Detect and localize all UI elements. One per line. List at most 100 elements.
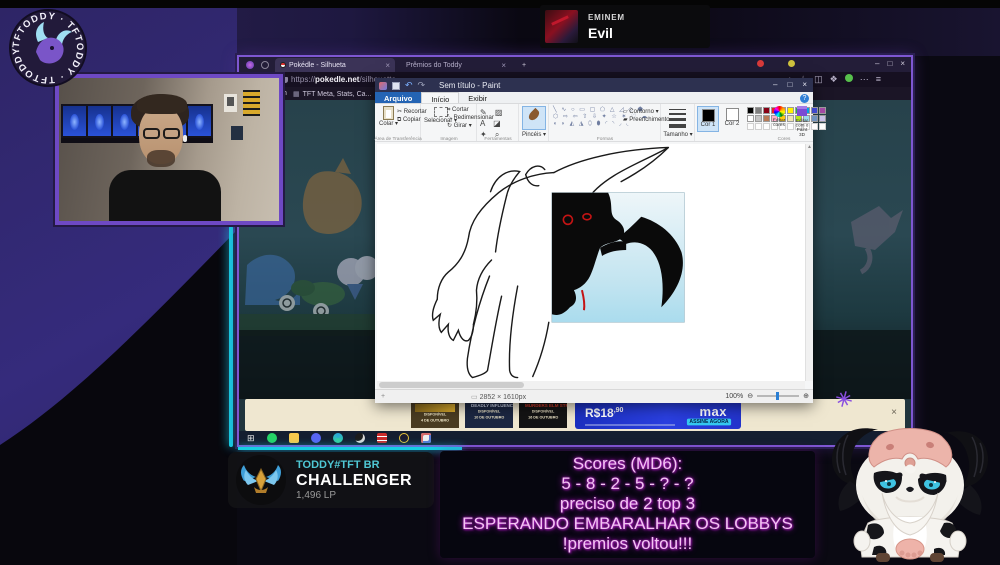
paint-tab-view[interactable]: Exibir [459,92,496,103]
color2-button[interactable]: Cor 2 [721,106,743,132]
tab-pokedle-label: Pokédle - Silhueta [289,61,346,69]
brushes-button[interactable] [522,106,546,130]
paint-canvas[interactable] [377,144,805,381]
ad-max-panel[interactable]: R$18,90 max ASSINE AGORA [575,401,741,429]
clock-app-icon[interactable] [398,433,409,443]
color1-button[interactable]: Cor 1 [697,106,719,132]
group-tools-label: Ferramentas [483,135,512,141]
ad-cta-button[interactable]: ASSINE AGORA [686,418,732,426]
edit-colors-button[interactable]: Editar cores [769,106,789,129]
select-icon [433,107,448,117]
obs-icon[interactable] [354,433,365,443]
ad-poster-3[interactable]: MURDERS ELM STREET DISPONÍVEL 16 DE OUTU… [519,402,567,428]
group-clipboard-label: Área de Transferência [373,135,422,141]
ad-poster-1-date: 4 DE OUTUBRO [420,419,450,423]
help-icon[interactable]: ? [800,94,809,103]
background-swoosh [0,230,237,565]
glasses-left-lens [143,128,160,139]
paint3d-button[interactable]: Editar com o Paint 3D [791,106,813,140]
ad-poster-1[interactable]: DISPONÍVEL 4 DE OUTUBRO [411,402,459,428]
sidebar-icon[interactable]: ◫ [814,74,823,85]
track-title: Evil [588,25,613,41]
discord-icon[interactable] [310,433,321,443]
ad-poster-2-date: 10 DE OUTUBRO [474,416,505,420]
close-icon[interactable]: × [900,59,905,68]
paint-window-title: Sem título - Paint [439,81,501,90]
account-icon[interactable] [844,74,853,82]
poro-cow-mascot [831,391,989,562]
paint-maximize-icon[interactable]: □ [787,80,792,89]
youtube-music-icon[interactable] [376,433,387,443]
zoom-slider[interactable] [757,392,800,400]
group-tools: ✎ ▨ A ◪ ✦ ⌕ Ferramentas [477,104,519,141]
zoom-slider-thumb[interactable] [776,392,780,400]
tab-pokedle[interactable]: Pokédle - Silhueta × [275,58,395,72]
maximize-icon[interactable]: □ [887,59,892,68]
paint-ribbon-tabs: Arquivo Início Exibir ? [375,92,813,104]
paint-tab-home[interactable]: Início [421,92,460,104]
paint-taskbar-icon[interactable] [420,433,431,443]
scrollbar-thumb[interactable] [379,382,524,388]
bookmark-tft-meta[interactable]: ▦ TFT Meta, Stats, Ca... [293,90,371,99]
bookmark-cutoff[interactable]: h [283,90,287,97]
notification-dot-red [757,60,764,67]
paint-close-icon[interactable]: × [802,80,807,89]
rank-lp: 1,496 LP [296,490,337,501]
zoom-out-icon[interactable]: ⊖ [747,392,753,400]
rank-widget: TODDY#TFT BR CHALLENGER 1,496 LP [228,452,434,508]
edge-icon[interactable] [332,433,343,443]
paste-button[interactable]: Colar ▾ [379,106,398,127]
tab-premios[interactable]: Prêmios do Toddy × [401,58,511,72]
paint-vertical-scrollbar[interactable]: ▲ [805,144,813,381]
whatsapp-icon[interactable] [266,433,277,443]
ad-poster-3-avail: DISPONÍVEL [531,410,555,414]
file-explorer-icon[interactable] [288,433,299,443]
redo-icon[interactable]: ↷ [418,80,426,91]
browser-window-controls: – □ × [875,59,905,68]
ad-poster-3-date: 16 DE OUTUBRO [528,416,559,420]
player-name: TODDY#TFT BR [296,459,380,471]
tab-close-icon-2[interactable]: × [501,61,506,70]
bookmark-cutoff-label: h [283,90,287,97]
ad-banner[interactable]: DISPONÍVEL 4 DE OUTUBRO DEADLY INFLUENCE… [245,399,905,431]
new-tab-button[interactable]: + [517,58,529,72]
browser-view-icon[interactable] [261,61,269,69]
clipboard-icon [383,106,395,120]
grid-icon: ▦ [293,91,300,98]
extensions-icon[interactable]: ❖ [830,74,838,85]
earbud [183,135,187,142]
size-label: Tamanho ▾ [663,132,693,138]
pasted-image [551,192,685,323]
scores-values: 5 - 8 - 2 - 5 - ? - ? [561,474,694,493]
rank-tier: CHALLENGER [296,472,413,489]
menu-icon[interactable]: ≡ [876,74,881,85]
ribbon-right-buttons: Editar cores Editar com o Paint 3D [769,106,813,140]
size-button[interactable] [669,109,686,128]
paint-horizontal-scrollbar[interactable] [377,381,805,389]
group-brushes: Pincéis ▾ [519,104,549,141]
site-security-icon[interactable] [283,77,288,83]
paint-minimize-icon[interactable]: – [773,80,777,89]
zoom-in-icon[interactable]: ⊕ [803,392,809,400]
save-icon[interactable] [392,81,400,90]
start-button[interactable]: ⊞ [247,433,255,444]
paint-title-bar[interactable]: ↶ ↷ Sem título - Paint – □ × [375,78,813,92]
minimize-icon[interactable]: – [875,59,879,68]
paint-ribbon: Colar ▾ ✂ Recortar ⧉ Copiar Área de Tran… [373,104,826,142]
cyan-accent-vertical [229,226,233,447]
scores-title: Scores (MD6): [572,454,683,473]
paint-tab-file[interactable]: Arquivo [375,92,422,103]
browser-profile-icon[interactable] [246,61,254,69]
ad-poster-2[interactable]: DEADLY INFLUENCE DISPONÍVEL 10 DE OUTUBR… [465,402,513,428]
url-scheme: https:// [291,75,316,84]
scissors-icon: ✂ [397,109,403,115]
tab-close-icon[interactable]: × [385,61,390,70]
color1-swatch [701,109,715,122]
drawing [431,146,685,379]
paint3d-icon [797,106,807,116]
group-clipboard: Colar ▾ ✂ Recortar ⧉ Copiar Área de Tran… [373,104,427,141]
brush-icon [526,107,542,123]
overflow-icon[interactable]: ⋯ [860,74,869,85]
paint3d-label: Editar com o Paint 3D [795,118,809,138]
undo-icon[interactable]: ↶ [405,80,413,91]
